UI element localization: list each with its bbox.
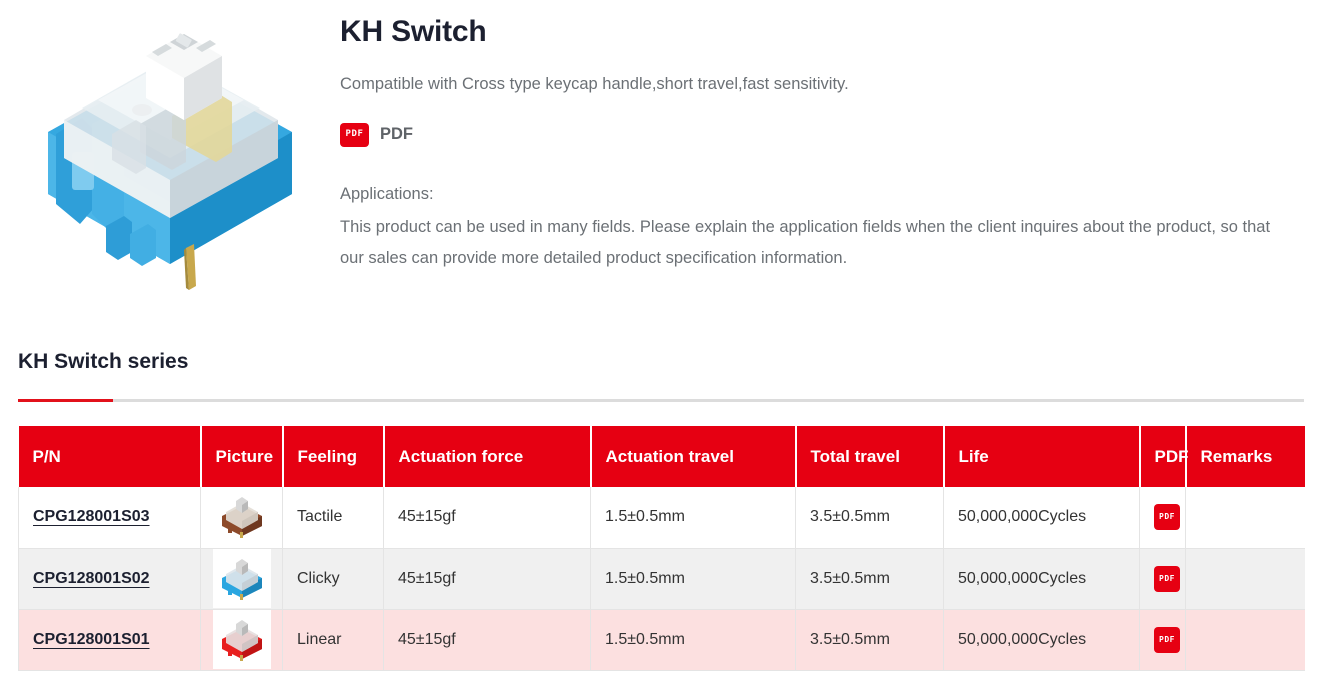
- cell-actuation-travel: 1.5±0.5mm: [590, 609, 796, 671]
- switch-thumbnail: [212, 610, 271, 669]
- column-header-pdf[interactable]: PDF: [1139, 426, 1189, 487]
- pn-link[interactable]: CPG128001S02: [33, 570, 150, 587]
- cell-pdf: PDF: [1139, 609, 1186, 671]
- column-header-life[interactable]: Life: [943, 426, 1141, 487]
- switch-thumbnail: [213, 488, 271, 547]
- cell-actuation-travel: 1.5±0.5mm: [590, 487, 796, 549]
- cell-picture: [200, 487, 283, 549]
- series-section: KH Switch series P/N Picture Feeling Act…: [0, 350, 1322, 671]
- product-info: KH Switch Compatible with Cross type key…: [340, 0, 1322, 275]
- cell-picture: [200, 548, 283, 610]
- cell-actuation-travel: 1.5±0.5mm: [590, 548, 796, 610]
- section-title: KH Switch series: [18, 350, 189, 373]
- product-image: [0, 0, 340, 300]
- switch-thumb-icon: [221, 558, 262, 600]
- product-page: KH Switch Compatible with Cross type key…: [0, 0, 1322, 689]
- cell-life: 50,000,000Cycles: [943, 487, 1140, 549]
- table-row[interactable]: CPG128001S01 Linear 45±15gf 1.5±0.5mm 3.…: [18, 609, 1305, 671]
- keyboard-switch-illustration: [48, 33, 292, 290]
- pdf-icon-text: PDF: [1159, 512, 1175, 522]
- table-header: P/N Picture Feeling Actuation force Actu…: [18, 426, 1305, 487]
- pdf-icon[interactable]: PDF: [1154, 626, 1180, 653]
- pn-link[interactable]: CPG128001S03: [33, 508, 150, 525]
- table-body: CPG128001S03 Tactile 45±15gf 1.5±0.5mm 3…: [18, 487, 1305, 671]
- table-row[interactable]: CPG128001S03 Tactile 45±15gf 1.5±0.5mm 3…: [18, 487, 1305, 549]
- specification-table: P/N Picture Feeling Actuation force Actu…: [18, 426, 1305, 671]
- page-title: KH Switch: [340, 15, 487, 48]
- column-header-feeling[interactable]: Feeling: [282, 426, 385, 487]
- cell-actuation-force: 45±15gf: [383, 548, 591, 610]
- cell-total-travel: 3.5±0.5mm: [795, 487, 944, 549]
- column-header-remarks[interactable]: Remarks: [1185, 426, 1305, 487]
- cell-total-travel: 3.5±0.5mm: [795, 548, 944, 610]
- product-hero: KH Switch Compatible with Cross type key…: [0, 0, 1322, 300]
- cell-actuation-force: 45±15gf: [383, 609, 591, 671]
- product-subtitle: Compatible with Cross type keycap handle…: [340, 75, 849, 93]
- cell-pn: CPG128001S03: [18, 487, 201, 549]
- switch-thumb-icon: [221, 619, 262, 661]
- cell-feeling: Clicky: [282, 548, 384, 610]
- cell-pn: CPG128001S01: [18, 609, 201, 671]
- pdf-download-link[interactable]: PDF PDF: [340, 122, 1302, 147]
- applications-text: This product can be used in many fields.…: [340, 218, 1271, 268]
- cell-feeling: Linear: [282, 609, 384, 671]
- cell-remarks: [1185, 609, 1305, 671]
- cell-picture: [200, 609, 283, 671]
- pdf-link-label: PDF: [380, 125, 413, 144]
- table-row[interactable]: CPG128001S02 Clicky 45±15gf 1.5±0.5mm 3.…: [18, 548, 1305, 610]
- cell-remarks: [1185, 487, 1305, 549]
- table-header-row: P/N Picture Feeling Actuation force Actu…: [18, 426, 1305, 487]
- pdf-icon[interactable]: PDF: [1154, 565, 1180, 592]
- switch-thumb-icon: [221, 497, 262, 539]
- column-header-actuation-force[interactable]: Actuation force: [383, 426, 592, 487]
- pdf-icon-text: PDF: [345, 129, 364, 140]
- cell-pn: CPG128001S02: [18, 548, 201, 610]
- pdf-icon[interactable]: PDF: [1154, 504, 1180, 531]
- cell-life: 50,000,000Cycles: [943, 609, 1140, 671]
- cell-life: 50,000,000Cycles: [943, 548, 1140, 610]
- column-header-total-travel[interactable]: Total travel: [795, 426, 945, 487]
- column-header-picture[interactable]: Picture: [200, 426, 284, 487]
- cell-feeling: Tactile: [282, 487, 384, 549]
- pn-link[interactable]: CPG128001S01: [33, 631, 150, 648]
- cell-pdf: PDF: [1139, 487, 1186, 549]
- cell-total-travel: 3.5±0.5mm: [795, 609, 944, 671]
- pdf-icon-text: PDF: [1159, 573, 1175, 583]
- section-divider: [18, 399, 1304, 402]
- cell-pdf: PDF: [1139, 548, 1186, 610]
- cell-remarks: [1185, 548, 1305, 610]
- applications-block: Applications: This product can be used i…: [340, 179, 1280, 275]
- switch-thumbnail: [212, 549, 271, 608]
- applications-heading: Applications:: [340, 184, 434, 203]
- column-header-actuation-travel[interactable]: Actuation travel: [590, 426, 797, 487]
- cell-actuation-force: 45±15gf: [383, 487, 591, 549]
- pdf-icon[interactable]: PDF: [340, 122, 369, 147]
- column-header-pn[interactable]: P/N: [18, 426, 202, 487]
- pdf-icon-text: PDF: [1159, 634, 1175, 644]
